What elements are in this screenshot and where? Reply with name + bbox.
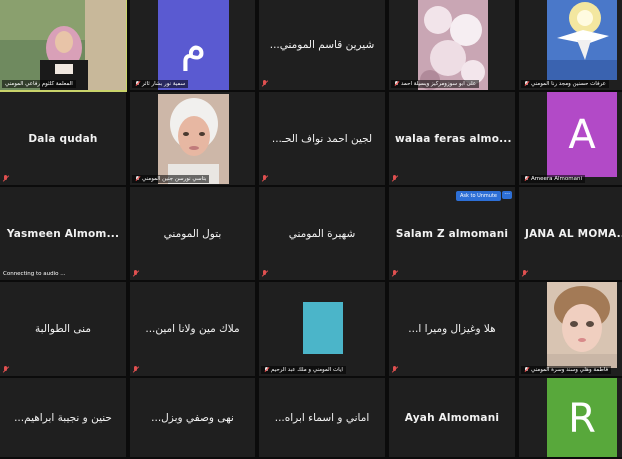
participant-video	[0, 0, 126, 90]
participant-name: Yasmeen Almom...	[6, 227, 120, 240]
mic-muted-icon	[524, 367, 529, 373]
participant-tile[interactable]: منى الطوالبة	[0, 282, 127, 378]
mic-muted-icon	[3, 175, 9, 182]
participant-tile[interactable]: ...اماني و اسماء ابراه	[259, 378, 386, 459]
participant-name: ...نهى وصفي وبزل	[151, 411, 234, 424]
participant-name: منى الطوالبة	[35, 323, 91, 335]
mic-muted-icon	[133, 366, 139, 373]
participant-tile[interactable]: A Ameera Almomani	[519, 92, 622, 187]
participant-name: ...شيرين قاسم المومني	[269, 39, 375, 51]
participant-name-label: ايات المومني و ملك عبد الرحيم	[261, 366, 346, 374]
participant-name: ايات المومني و ملك عبد الرحيم	[271, 367, 343, 373]
mic-muted-icon	[262, 270, 268, 277]
connecting-status: Connecting to audio ...	[3, 271, 66, 277]
mic-muted-icon	[522, 270, 528, 277]
mic-muted-icon	[3, 366, 9, 373]
participant-square-image	[303, 302, 343, 354]
participant-tile[interactable]: ...شيرين قاسم المومني	[259, 0, 386, 92]
participant-name: Dala qudah	[28, 132, 98, 145]
avatar: م	[158, 0, 229, 90]
participant-tile[interactable]: ...ملاك مين ولانا امين	[130, 282, 256, 378]
participant-name-label: عرفات حسنين ومجد رنا المومني	[521, 80, 609, 88]
gallery-grid: المعلمة كلثوم رفاعي المومني م سمية نور ب…	[0, 0, 622, 459]
participant-name: فاطمة وهلي وسند وسرة المومني	[531, 367, 609, 373]
participant-name: Salam Z almomani	[395, 227, 509, 240]
participant-tile[interactable]: ...نهى وصفي وبزل	[130, 378, 256, 459]
participant-name: ...اماني و اسماء ابراه	[274, 411, 370, 424]
mic-muted-icon	[394, 81, 399, 87]
participant-tile[interactable]: فاطمة وهلي وسند وسرة المومني	[519, 282, 622, 378]
participant-tile[interactable]: شهيرة المومني	[259, 187, 386, 282]
participant-tile[interactable]: عرفات حسنين ومجد رنا المومني	[519, 0, 622, 92]
participant-name: سمية نور بشار ثائر	[142, 81, 186, 87]
mic-muted-icon	[524, 81, 529, 87]
participant-image	[158, 94, 229, 184]
participant-name-label: بتاسي نورسن جنين المومني	[132, 175, 210, 183]
mic-muted-icon	[264, 367, 269, 373]
participant-name: ...حنين و نجيبة ابراهيم	[14, 411, 112, 424]
participant-image	[547, 282, 617, 368]
participant-name: ...ملاك مين ولانا امين	[145, 323, 240, 335]
participant-name: JANA AL MOMA...	[525, 227, 622, 240]
participant-name: ...لجين احمد نواف الحـ	[271, 132, 373, 145]
participant-name: Ayah Almomani	[404, 411, 500, 424]
mic-muted-icon	[133, 270, 139, 277]
mic-muted-icon	[392, 175, 398, 182]
participant-name: على ابو سوزومركيز ويسيلة احمد	[401, 81, 477, 87]
participant-tile[interactable]: R	[519, 378, 622, 459]
participant-tile[interactable]: على ابو سوزومركيز ويسيلة احمد	[389, 0, 516, 92]
participant-name: شهيرة المومني	[288, 227, 356, 240]
participant-tile[interactable]: ...حنين و نجيبة ابراهيم	[0, 378, 127, 459]
more-options-button[interactable]: ···	[502, 191, 512, 199]
participant-tile[interactable]: JANA AL MOMA...	[519, 187, 622, 282]
participant-name: المعلمة كلثوم رفاعي المومني	[5, 81, 73, 87]
participant-tile[interactable]: walaa feras almo...	[389, 92, 516, 187]
participant-name-label: Ameera Almomani	[521, 175, 586, 183]
participant-tile[interactable]: ...هلا وغيزال وميرا ا	[389, 282, 516, 378]
participant-name-label: المعلمة كلثوم رفاعي المومني	[2, 80, 76, 88]
participant-name-label: فاطمة وهلي وسند وسرة المومني	[521, 366, 612, 374]
participant-tile[interactable]: Yasmeen Almom... Connecting to audio ...	[0, 187, 127, 282]
participant-tile[interactable]: Ask to Unmute ··· Salam Z almomani	[389, 187, 516, 282]
participant-name-label: على ابو سوزومركيز ويسيلة احمد	[391, 80, 480, 88]
participant-tile[interactable]: ...لجين احمد نواف الحـ	[259, 92, 386, 187]
participant-name: Ameera Almomani	[531, 176, 583, 182]
mic-muted-icon	[262, 80, 268, 87]
participant-tile[interactable]: بتول المومني	[130, 187, 256, 282]
participant-tile[interactable]: Dala qudah	[0, 92, 127, 187]
mic-muted-icon	[392, 366, 398, 373]
mic-muted-icon	[135, 176, 140, 182]
participant-name: walaa feras almo...	[395, 132, 512, 145]
ask-to-unmute-button[interactable]: Ask to Unmute	[455, 191, 501, 201]
mic-muted-icon	[524, 176, 529, 182]
mic-muted-icon	[392, 270, 398, 277]
participant-image	[547, 0, 617, 80]
participant-tile[interactable]: بتاسي نورسن جنين المومني	[130, 92, 256, 187]
participant-tile[interactable]: المعلمة كلثوم رفاعي المومني	[0, 0, 127, 92]
participant-name: بتاسي نورسن جنين المومني	[142, 176, 207, 182]
participant-image	[418, 0, 488, 90]
participant-name-label: سمية نور بشار ثائر	[132, 80, 189, 88]
participant-name: بتول المومني	[163, 227, 222, 240]
mic-muted-icon	[262, 175, 268, 182]
participant-tile[interactable]: م سمية نور بشار ثائر	[130, 0, 256, 92]
participant-tile[interactable]: Ayah Almomani	[389, 378, 516, 459]
avatar: A	[547, 92, 617, 177]
participant-name: عرفات حسنين ومجد رنا المومني	[531, 81, 606, 87]
mic-muted-icon	[135, 81, 140, 87]
avatar: R	[547, 378, 617, 457]
participant-tile[interactable]: ايات المومني و ملك عبد الرحيم	[259, 282, 386, 378]
participant-name: ...هلا وغيزال وميرا ا	[408, 323, 496, 335]
